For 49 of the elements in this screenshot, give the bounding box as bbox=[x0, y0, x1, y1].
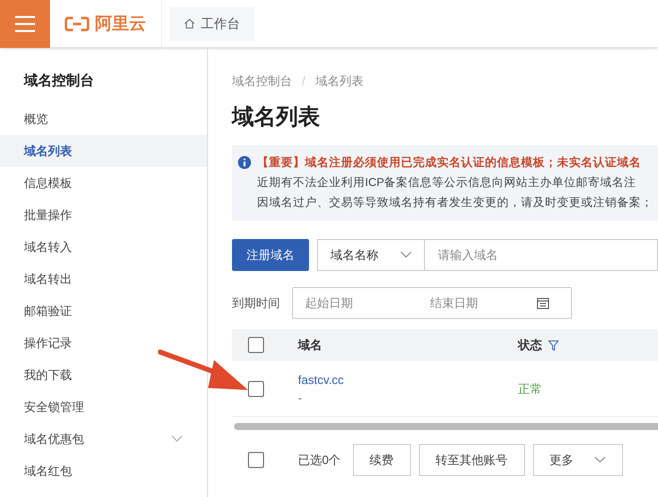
sidebar-item[interactable]: 域名优惠包 bbox=[0, 423, 207, 455]
sidebar-item[interactable]: 批量操作 bbox=[0, 199, 207, 231]
menu-icon bbox=[15, 16, 35, 32]
sidebar-item[interactable]: 邮箱验证 bbox=[0, 295, 207, 327]
home-icon bbox=[184, 18, 195, 29]
domain-link[interactable]: fastcv.cc bbox=[298, 370, 518, 388]
action-button[interactable]: 转至其他账号 bbox=[418, 444, 525, 476]
sidebar-item[interactable]: 信息模板 bbox=[0, 167, 207, 199]
sidebar-item[interactable]: 安全锁管理 bbox=[0, 391, 207, 423]
menu-button[interactable] bbox=[0, 0, 50, 48]
workbench-button[interactable]: 工作台 bbox=[170, 6, 254, 40]
sidebar-item[interactable]: 域名转出 bbox=[0, 263, 207, 295]
breadcrumb-link[interactable]: 域名控制台 bbox=[232, 72, 292, 90]
breadcrumb-current: 域名列表 bbox=[315, 73, 364, 90]
sidebar-item[interactable]: 域名转入 bbox=[0, 231, 207, 263]
action-button[interactable]: 续费 bbox=[352, 444, 411, 476]
sidebar-item[interactable]: 域名红包 bbox=[0, 455, 207, 487]
search-type-dropdown[interactable]: 域名名称 bbox=[317, 239, 425, 271]
checkbox[interactable] bbox=[248, 380, 264, 396]
selected-count: 已选0个 bbox=[298, 452, 341, 469]
sidebar-item[interactable]: 我的下载 bbox=[0, 359, 207, 391]
notice-text: 近期有不法企业利用ICP备案信息等公示信息向网站主办单位邮寄域名注 bbox=[257, 175, 638, 191]
breadcrumb-separator: / bbox=[302, 73, 306, 90]
calendar-icon bbox=[537, 297, 549, 309]
table-cell-text: - bbox=[298, 390, 303, 406]
column-header: 域名 bbox=[298, 337, 323, 354]
sidebar-item[interactable]: 域名列表 bbox=[0, 135, 207, 167]
register-button[interactable]: 注册域名 bbox=[232, 239, 310, 271]
checkbox[interactable] bbox=[248, 337, 264, 353]
chevron-down-icon bbox=[594, 456, 606, 464]
filter-icon[interactable] bbox=[548, 340, 559, 350]
expiry-label: 到期时间 bbox=[232, 295, 281, 312]
search-field[interactable]: 请输入域名 bbox=[424, 239, 658, 271]
chevron-down-icon bbox=[400, 251, 412, 259]
logo-icon bbox=[64, 16, 90, 32]
scrollbar[interactable] bbox=[234, 423, 658, 430]
info-icon bbox=[238, 156, 251, 169]
date-range-field[interactable]: 起始日期 结束日期 bbox=[292, 287, 572, 319]
sidebar-item[interactable]: 概览 bbox=[0, 103, 207, 135]
sidebar-title: 域名控制台 bbox=[22, 71, 95, 90]
logo-text: 阿里云 bbox=[95, 12, 146, 35]
notice-important: 【重要】域名注册必须使用已完成实名认证的信息模板；未实名认证域名 bbox=[257, 155, 642, 171]
page-title: 域名列表 bbox=[232, 103, 321, 131]
checkbox[interactable] bbox=[248, 452, 264, 468]
notice-text: 因域名过户、交易等导致域名持有者发生变更的，请及时变更或注销备案； bbox=[257, 195, 653, 211]
more-dropdown[interactable]: 更多 bbox=[532, 444, 623, 476]
status-text: 正常 bbox=[518, 380, 542, 398]
column-header: 状态 bbox=[518, 337, 542, 354]
sidebar-item[interactable]: 操作记录 bbox=[0, 327, 207, 359]
